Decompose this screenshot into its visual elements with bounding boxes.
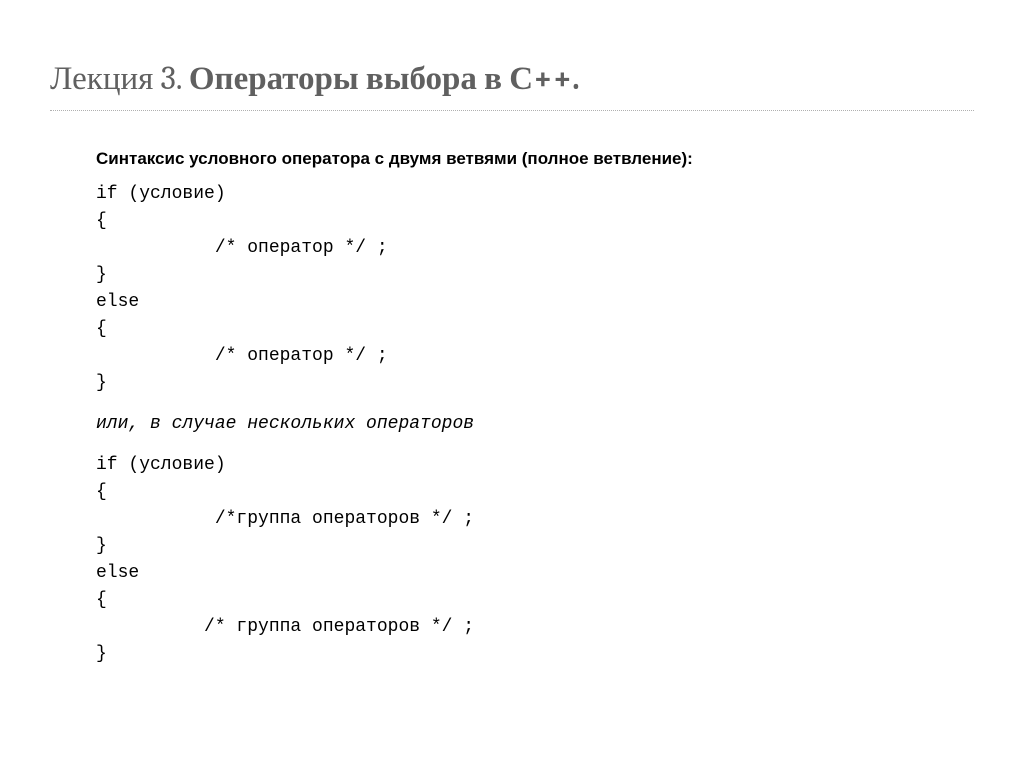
title-suffix: в С++. (477, 60, 580, 98)
slide-content: Синтаксис условного оператора с двумя ве… (50, 147, 974, 668)
title-main: Операторы выбора (189, 60, 477, 98)
subtitle: Синтаксис условного оператора с двумя ве… (96, 147, 974, 171)
slide-title: Лекция 3. Операторы выбора в С++. (50, 60, 974, 111)
title-prefix: Лекция 3. (50, 60, 189, 98)
code-block-1: if (условие) { /* оператор */ ; } else {… (96, 181, 974, 397)
code-block-2: if (условие) { /*группа операторов */ ; … (96, 452, 974, 668)
note-text: или, в случае нескольких операторов (96, 411, 974, 438)
